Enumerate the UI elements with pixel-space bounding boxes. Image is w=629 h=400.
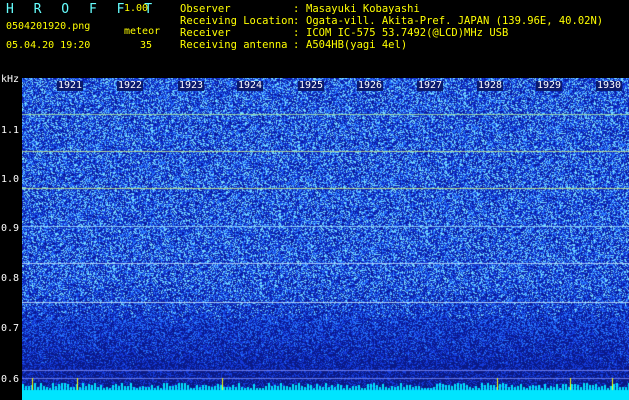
file-name: 0504201920.png: [6, 21, 91, 32]
info-value-observer: Masayuki Kobayashi: [306, 3, 420, 15]
app-version: 1.00: [124, 3, 149, 14]
freq-tick-1-0: 1.0: [1, 174, 20, 185]
time-tick-1927: 1927: [417, 80, 444, 91]
freq-tick-1-1: 1.1: [1, 125, 20, 136]
time-tick-1922: 1922: [117, 80, 144, 91]
info-value-location: Ogata-vill. Akita-Pref. JAPAN (139.96E, …: [306, 15, 604, 27]
freq-tick-0-7: 0.7: [1, 323, 20, 334]
freq-tick-0-8: 0.8: [1, 273, 20, 284]
freq-tick-0-9: 0.9: [1, 223, 20, 234]
info-label-antenna: Receiving antenna: [180, 39, 288, 51]
meteor-label: meteor: [124, 26, 161, 37]
time-tick-1923: 1923: [178, 80, 205, 91]
info-label-location: Receiving Location: [180, 15, 294, 27]
time-tick-1928: 1928: [477, 80, 504, 91]
time-tick-1929: 1929: [536, 80, 563, 91]
info-sep-receiver: :: [293, 27, 300, 39]
time-tick-1924: 1924: [237, 80, 264, 91]
info-value-receiver: ICOM IC-575 53.7492(@LCD)MHz USB: [306, 27, 509, 39]
time-tick-1926: 1926: [357, 80, 384, 91]
freq-tick-0-6: 0.6: [1, 374, 20, 385]
time-tick-1925: 1925: [298, 80, 325, 91]
info-sep-location: :: [293, 15, 300, 27]
file-datetime: 05.04.20 19:20: [6, 40, 91, 51]
info-label-observer: Observer: [180, 3, 231, 15]
info-sep-antenna: :: [293, 39, 300, 51]
info-sep-observer: :: [293, 3, 300, 15]
time-tick-1930: 1930: [596, 80, 623, 91]
info-label-receiver: Receiver: [180, 27, 231, 39]
time-tick-1921: 1921: [57, 80, 84, 91]
info-value-antenna: A504HB(yagi 4el): [306, 39, 408, 51]
freq-axis-unit: kHz: [1, 74, 20, 85]
meteor-count: 35: [140, 40, 153, 51]
spectrogram-display: [22, 78, 629, 400]
